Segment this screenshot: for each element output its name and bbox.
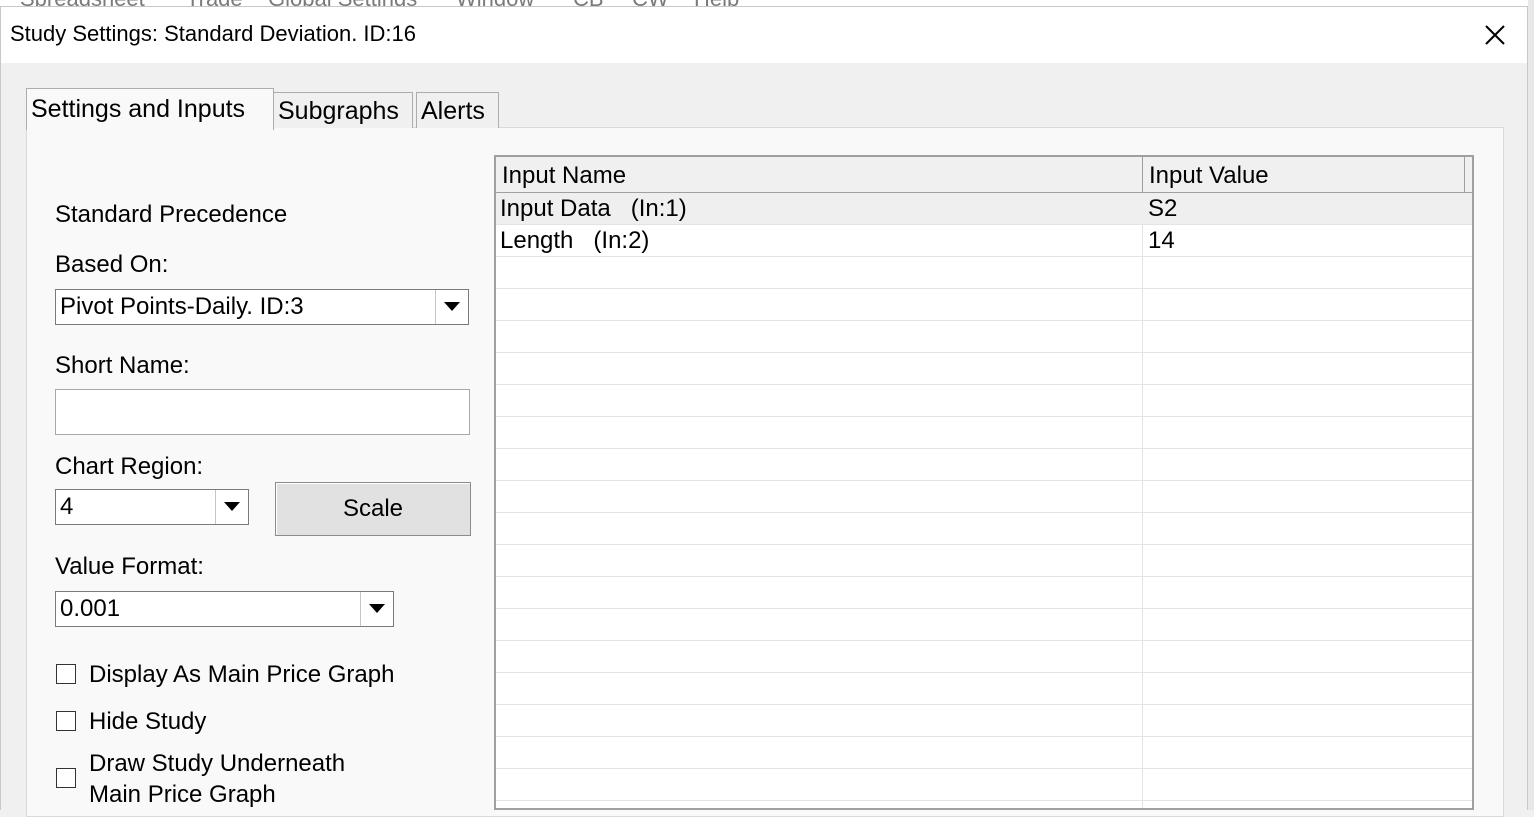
tab-subgraphs[interactable]: Subgraphs	[273, 92, 413, 128]
display-as-main-price-graph-checkbox[interactable]	[56, 664, 76, 684]
value-format-select[interactable]: 0.001	[55, 591, 394, 627]
input-value-cell[interactable]: 14	[1144, 225, 1464, 256]
scale-button[interactable]: Scale	[275, 482, 471, 536]
tab-alerts[interactable]: Alerts	[416, 92, 499, 128]
close-icon	[1485, 25, 1505, 45]
empty-row	[496, 705, 1472, 737]
input-name-cell[interactable]: Length (In:2)	[496, 225, 1142, 256]
background-window-edge	[1528, 0, 1534, 810]
inputs-grid[interactable]: Input Name Input Value Input Data (In:1)…	[494, 155, 1474, 810]
tab-settings-and-inputs[interactable]: Settings and Inputs	[26, 88, 274, 130]
empty-row	[496, 449, 1472, 481]
empty-row	[496, 737, 1472, 769]
empty-row	[496, 609, 1472, 641]
input-value-cell[interactable]: S2	[1144, 193, 1464, 224]
empty-row	[496, 577, 1472, 609]
based-on-value: Pivot Points-Daily. ID:3	[60, 293, 304, 320]
standard-precedence-label: Standard Precedence	[55, 201, 288, 228]
input-name-cell[interactable]: Input Data (In:1)	[496, 193, 1142, 224]
empty-row	[496, 321, 1472, 353]
empty-row	[496, 417, 1472, 449]
draw-study-underneath-checkbox[interactable]	[56, 768, 76, 788]
column-header-input-value[interactable]: Input Value	[1143, 157, 1465, 192]
empty-row	[496, 641, 1472, 673]
checkbox-label: Display As Main Price Graph	[89, 661, 395, 688]
empty-row	[496, 769, 1472, 801]
dialog-titlebar[interactable]: Study Settings: Standard Deviation. ID:1…	[1, 7, 1527, 63]
tab-label: Alerts	[421, 97, 485, 125]
tab-label: Subgraphs	[278, 97, 399, 125]
empty-row	[496, 289, 1472, 321]
empty-row	[496, 257, 1472, 289]
empty-row	[496, 513, 1472, 545]
table-row[interactable]: Input Data (In:1) S2	[496, 193, 1472, 225]
checkbox-label-line1: Draw Study Underneath	[89, 750, 346, 777]
dialog-title: Study Settings: Standard Deviation. ID:1…	[10, 21, 417, 46]
chart-region-label: Chart Region:	[55, 453, 204, 480]
chart-region-value: 4	[60, 493, 74, 520]
dropdown-arrow-icon[interactable]	[360, 592, 393, 626]
close-button[interactable]	[1477, 17, 1513, 53]
empty-row	[496, 481, 1472, 513]
based-on-select[interactable]: Pivot Points-Daily. ID:3	[55, 289, 469, 325]
checkbox-label: Hide Study	[89, 708, 207, 735]
short-name-label: Short Name:	[55, 352, 190, 379]
checkbox-label-line2: Main Price Graph	[89, 781, 276, 808]
column-header-input-name[interactable]: Input Name	[496, 157, 1143, 192]
hide-study-checkbox[interactable]	[56, 711, 76, 731]
dropdown-arrow-icon[interactable]	[215, 490, 248, 524]
table-row[interactable]: Length (In:2) 14	[496, 225, 1472, 257]
value-format-value: 0.001	[60, 595, 121, 622]
empty-row	[496, 545, 1472, 577]
short-name-input[interactable]	[55, 389, 470, 435]
tab-label: Settings and Inputs	[31, 95, 246, 123]
empty-row	[496, 353, 1472, 385]
grid-body: Input Data (In:1) S2 Length (In:2) 14	[496, 193, 1472, 808]
empty-row	[496, 385, 1472, 417]
empty-row	[496, 673, 1472, 705]
chart-region-select[interactable]: 4	[55, 489, 249, 525]
grid-header: Input Name Input Value	[496, 157, 1472, 193]
based-on-label: Based On:	[55, 251, 169, 278]
dropdown-arrow-icon[interactable]	[435, 290, 468, 324]
scale-button-label: Scale	[342, 495, 404, 522]
value-format-label: Value Format:	[55, 553, 204, 580]
